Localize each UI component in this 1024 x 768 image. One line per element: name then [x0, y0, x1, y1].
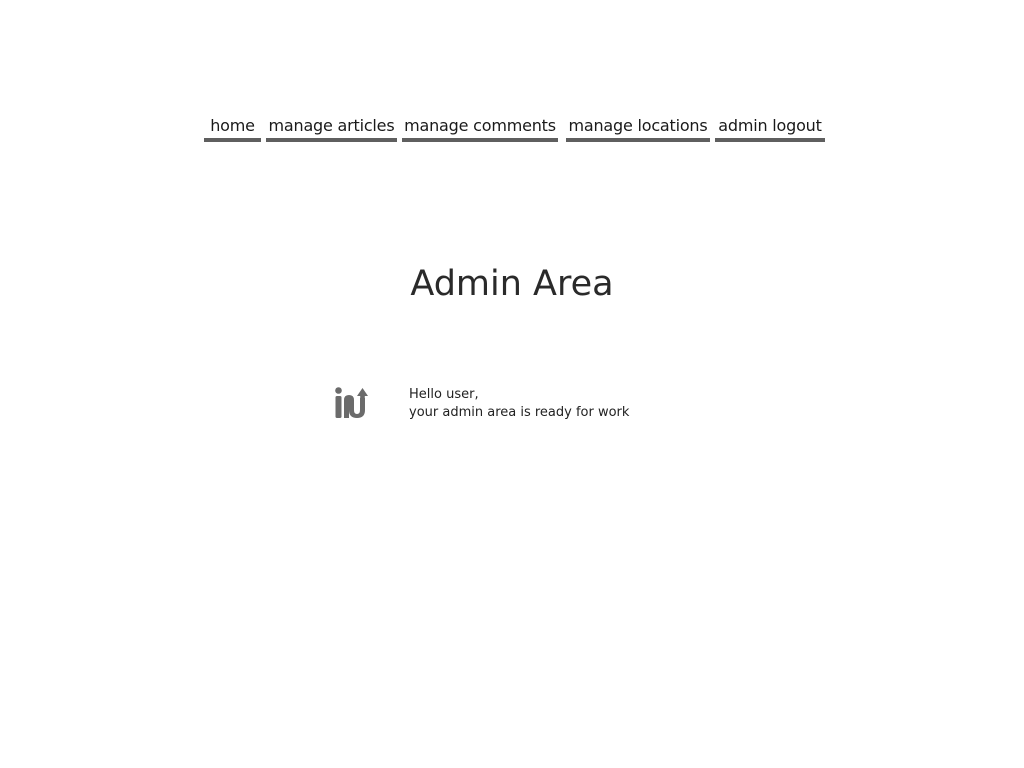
greeting-line-1: Hello user, [409, 387, 479, 402]
nav-manage-locations-link[interactable]: manage locations [566, 114, 710, 142]
nav-admin-logout-link[interactable]: admin logout [715, 114, 825, 142]
greeting-message: Hello user, your admin area is ready for… [409, 386, 629, 422]
page-title: Admin Area [410, 264, 614, 304]
main-navigation: home manage articles manage comments man… [0, 114, 1024, 142]
in-logo-icon [335, 387, 368, 418]
nav-manage-comments-link[interactable]: manage comments [402, 114, 558, 142]
greeting-line-2: your admin area is ready for work [409, 405, 630, 420]
nav-manage-articles-link[interactable]: manage articles [266, 114, 397, 142]
nav-home-link[interactable]: home [204, 114, 261, 142]
admin-page: home manage articles manage comments man… [0, 0, 1024, 768]
